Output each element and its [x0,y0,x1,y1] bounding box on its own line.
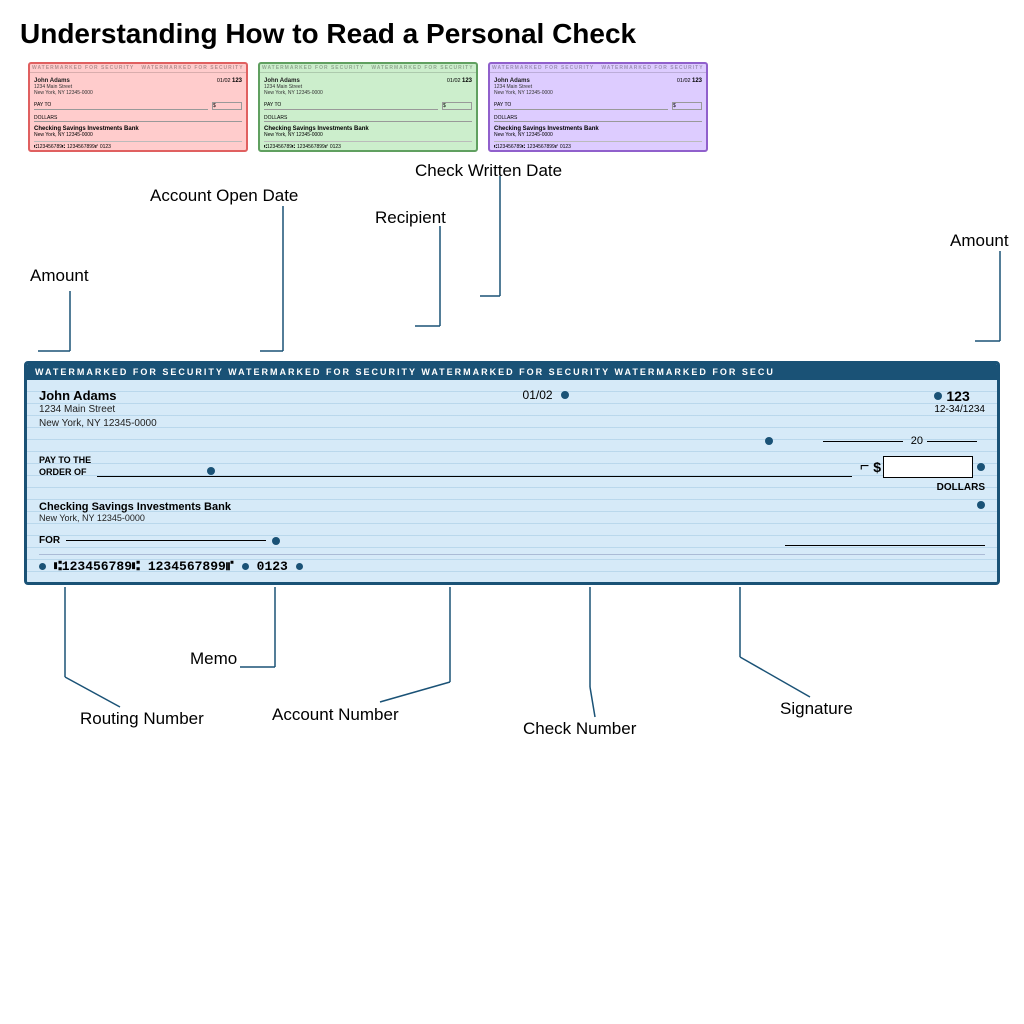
check-pay-label: PAY TO THEORDER OF [39,455,91,478]
small-check-green: WATERMARKED FOR SECURITY WATERMARKED FOR… [258,62,478,152]
sc-num-2: 123 [462,78,472,84]
check-addr1: 1234 Main Street [39,403,157,417]
recipient-label: Recipient [375,208,446,228]
sc-date-2: 01/02 [447,78,461,84]
micr-account: 1234567899⑈ [148,559,234,574]
check-for-area: FOR [39,535,280,546]
check-name: John Adams [39,388,157,403]
sc-addr2-3: New York, NY 12345-0000 [494,90,553,96]
check-micr-row: ⑆123456789⑆ 1234567899⑈ 0123 [39,554,985,576]
check-date-area: 01/02 [523,388,569,402]
sc-num-1: 123 [232,78,242,84]
micr-dot-left [39,563,46,570]
check-pay-line [97,457,852,477]
sc-bank-addr-1: New York, NY 12345-0000 [34,132,242,138]
check-inner: John Adams 1234 Main Street New York, NY… [27,380,997,582]
small-check-pink: WATERMARKED FOR SECURITY WATERMARKED FOR… [28,62,248,152]
signature-label: Signature [780,699,853,719]
check-bank-info: Checking Savings Investments Bank New Yo… [39,501,231,523]
check-memo-dot [272,537,280,545]
small-check-purple: WATERMARKED FOR SECURITY WATERMARKED FOR… [488,62,708,152]
account-open-date-label: Account Open Date [150,186,298,206]
micr-check-num: 0123 [257,559,288,574]
check-for-sig-row: FOR [39,535,985,546]
small-checks-row: WATERMARKED FOR SECURITY WATERMARKED FOR… [20,62,1004,152]
check-for-line [66,540,266,541]
sc-bank-addr-2: New York, NY 12345-0000 [264,132,472,138]
check-sig-line [785,545,985,546]
check-bank-row: Checking Savings Investments Bank New Yo… [39,501,985,523]
account-number-label: Account Number [272,705,399,725]
check-row1: John Adams 1234 Main Street New York, NY… [39,388,985,431]
check-date-dot2 [765,437,773,445]
below-annotation-svg [20,587,1004,787]
check-date-line: 20 [39,435,985,447]
check-number: 123 [934,388,985,404]
sc-bank-addr-3: New York, NY 12345-0000 [494,132,702,138]
check-num-dot [934,392,942,400]
small-check-watermark-purple: WATERMARKED FOR SECURITY WATERMARKED FOR… [490,64,706,73]
check-bracket: ⌐ [860,458,869,476]
check-number-label: Check Number [523,719,636,739]
routing-number-label: Routing Number [80,709,204,729]
page-container: Understanding How to Read a Personal Che… [0,0,1024,1024]
check-watermark-bar: WATERMARKED FOR SECURITY WATERMARKED FOR… [27,364,997,380]
sc-micr-2: ⑆123456789⑆1234567899⑈0123 [264,141,472,150]
micr-dot-mid [242,563,249,570]
check-date-underline [823,441,903,442]
check-date-value: 01/02 [523,388,553,402]
micr-routing-section: ⑆123456789⑆ [54,559,140,574]
below-labels-area: Routing Number Memo Account Number Check… [20,587,1004,787]
amount-right-label: Amount [950,231,1009,251]
micr-routing: ⑆123456789⑆ [54,559,140,574]
sc-date-3: 01/02 [677,78,691,84]
small-check-watermark-green: WATERMARKED FOR SECURITY WATERMARKED FOR… [260,64,476,73]
above-labels-area: Amount Account Open Date Check Written D… [20,166,1004,361]
page-title: Understanding How to Read a Personal Che… [20,18,1004,50]
check-date-20: 20 [911,435,923,447]
micr-dot-right [296,563,303,570]
check-for-label: FOR [39,535,60,546]
check-bank-addr: New York, NY 12345-0000 [39,513,231,523]
check-dollar-area: ⌐ $ [856,456,985,478]
sc-micr-1: ⑆123456789⑆1234567899⑈0123 [34,141,242,150]
check-name-addr: John Adams 1234 Main Street New York, NY… [39,388,157,431]
check-pay-row: PAY TO THEORDER OF ⌐ $ [39,455,985,478]
check-date-line2 [927,441,977,442]
sc-addr2-1: New York, NY 12345-0000 [34,90,93,96]
amount-left-label: Amount [30,266,89,286]
check-date-dot [561,391,569,399]
check-amount-box [883,456,973,478]
sc-addr2-2: New York, NY 12345-0000 [264,90,323,96]
main-check-wrapper: WATERMARKED FOR SECURITY WATERMARKED FOR… [24,361,1000,585]
main-check: WATERMARKED FOR SECURITY WATERMARKED FOR… [24,361,1000,585]
check-right-col: 123 12-34/1234 [934,388,985,415]
check-fraction: 12-34/1234 [934,404,985,415]
check-dollar-sign: $ [873,459,881,475]
sc-num-3: 123 [692,78,702,84]
micr-check-section: 0123 [257,559,288,574]
small-check-watermark-pink: WATERMARKED FOR SECURITY WATERMARKED FOR… [30,64,246,73]
check-dollars-label: DOLLARS [39,482,985,493]
memo-label: Memo [190,649,237,669]
check-bank-name: Checking Savings Investments Bank [39,501,231,513]
check-payline-dot [207,467,215,475]
check-addr2: New York, NY 12345-0000 [39,417,157,431]
micr-account-section: 1234567899⑈ [148,559,234,574]
check-sig-dot [977,501,985,509]
check-written-date-label: Check Written Date [415,161,562,181]
sc-date-1: 01/02 [217,78,231,84]
check-amount-dot [977,463,985,471]
sc-micr-3: ⑆123456789⑆1234567899⑈0123 [494,141,702,150]
